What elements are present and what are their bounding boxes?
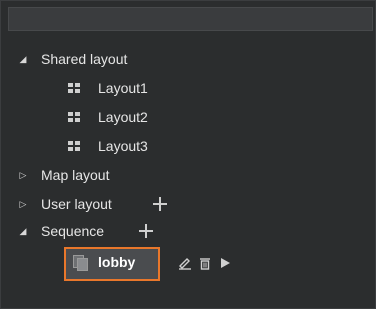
expanded-arrow-icon[interactable]: ◢	[18, 226, 28, 236]
add-user-layout-icon[interactable]	[152, 196, 168, 212]
tree-item-layout1[interactable]: Layout1	[1, 76, 376, 100]
expanded-arrow-icon[interactable]: ◢	[18, 54, 28, 64]
tree-node-label: Map layout	[41, 167, 110, 183]
grid-icon	[68, 112, 80, 122]
stacked-pages-icon	[72, 254, 88, 271]
pencil-icon[interactable]	[177, 255, 193, 271]
tree-item-label: Layout3	[98, 138, 148, 154]
tree-node-label: Sequence	[41, 223, 105, 239]
add-sequence-icon[interactable]	[138, 223, 154, 239]
tree-item-layout2[interactable]: Layout2	[1, 105, 376, 129]
trash-icon[interactable]	[197, 255, 213, 271]
tree-node-sequence[interactable]: ◢ Sequence	[1, 219, 376, 243]
collapsed-arrow-icon[interactable]: ▷	[18, 199, 28, 209]
search-input[interactable]	[8, 7, 373, 31]
tree-node-map-layout[interactable]: ▷ Map layout	[1, 163, 376, 187]
play-icon[interactable]	[217, 255, 233, 271]
tree-node-user-layout[interactable]: ▷ User layout	[1, 192, 376, 216]
tree-item-label: Layout2	[98, 109, 148, 125]
grid-icon	[68, 83, 80, 93]
collapsed-arrow-icon[interactable]: ▷	[18, 170, 28, 180]
tree-node-label: Shared layout	[41, 51, 128, 67]
grid-icon	[68, 141, 80, 151]
layout-panel: ◢ Shared layout Layout1 Layout2 Layout3 …	[0, 0, 376, 309]
tree-node-shared-layout[interactable]: ◢ Shared layout	[1, 47, 376, 71]
tree-node-label: User layout	[41, 196, 112, 212]
tree-item-label: lobby	[98, 254, 136, 270]
tree-item-label: Layout1	[98, 80, 148, 96]
tree-item-layout3[interactable]: Layout3	[1, 134, 376, 158]
